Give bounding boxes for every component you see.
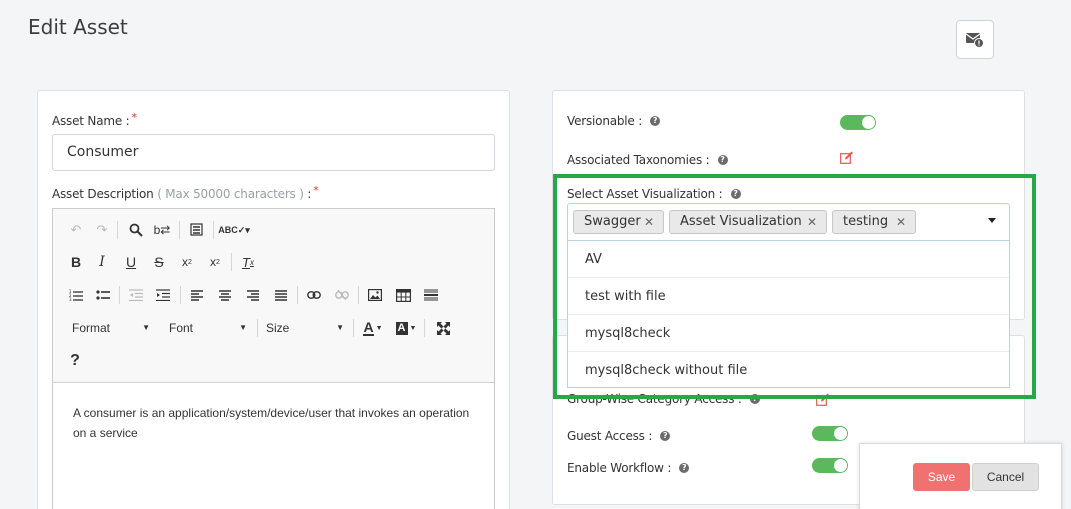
- toolbar-separator: [353, 319, 354, 337]
- svg-text:3: 3: [69, 297, 72, 301]
- format-combo[interactable]: Format ▼: [72, 317, 150, 339]
- font-combo[interactable]: Font ▼: [169, 317, 247, 339]
- guest-access-label: Guest Access :?: [567, 429, 671, 443]
- edit-icon[interactable]: [840, 151, 854, 164]
- link-icon[interactable]: [303, 284, 325, 306]
- italic-icon[interactable]: I: [91, 251, 113, 273]
- visualization-multiselect[interactable]: Swagger ✕ Asset Visualization ✕ testing ✕: [567, 203, 1010, 241]
- toolbar-separator: [358, 286, 359, 304]
- maximize-icon[interactable]: [432, 317, 454, 339]
- action-panel: Save Cancel: [859, 443, 1062, 509]
- help-icon[interactable]: ?: [679, 462, 690, 473]
- replace-icon[interactable]: b⇄: [151, 219, 173, 241]
- selected-tag: Asset Visualization ✕: [669, 210, 827, 234]
- bold-icon[interactable]: B: [65, 251, 87, 273]
- enable-workflow-toggle[interactable]: [812, 458, 848, 473]
- visualization-dropdown: AV test with file mysql8check mysql8chec…: [567, 241, 1010, 388]
- select-all-icon[interactable]: [186, 219, 208, 241]
- save-button[interactable]: Save: [913, 463, 970, 491]
- dropdown-caret-icon[interactable]: [988, 218, 996, 223]
- versionable-label: Versionable :?: [567, 114, 661, 128]
- toolbar-separator: [297, 286, 298, 304]
- remove-tag-icon[interactable]: ✕: [807, 211, 817, 233]
- guest-access-toggle[interactable]: [812, 426, 848, 441]
- associated-taxonomies-label: Associated Taxonomies :?: [567, 153, 728, 167]
- editor-toolbar: ↶ ↷ b⇄ ABC✓▾ B I U S x2 x2 Tx 123 Format…: [53, 209, 494, 383]
- mail-alert-icon: [965, 32, 984, 48]
- select-visualization-label: Select Asset Visualization :?: [567, 187, 741, 201]
- asset-description-label: Asset Description ( Max 50000 characters…: [52, 184, 319, 201]
- help-icon[interactable]: ?: [717, 154, 728, 165]
- unlink-icon[interactable]: [331, 284, 353, 306]
- strikethrough-icon[interactable]: S: [148, 251, 170, 273]
- subscript-icon[interactable]: x2: [176, 251, 198, 273]
- find-icon[interactable]: [125, 219, 147, 241]
- help-icon[interactable]: ?: [660, 430, 671, 441]
- notification-button[interactable]: [956, 20, 994, 59]
- enable-workflow-label: Enable Workflow :?: [567, 461, 690, 475]
- toolbar-separator: [179, 221, 180, 239]
- remove-tag-icon[interactable]: ✕: [644, 211, 654, 233]
- asset-name-label: Asset Name : *: [52, 111, 137, 128]
- size-combo[interactable]: Size ▼: [266, 317, 344, 339]
- table-icon[interactable]: [392, 284, 414, 306]
- remove-tag-icon[interactable]: ✕: [896, 211, 906, 233]
- align-right-icon[interactable]: [242, 284, 264, 306]
- spellcheck-icon[interactable]: ABC✓▾: [218, 219, 250, 241]
- indent-icon[interactable]: [152, 284, 174, 306]
- text-color-icon[interactable]: A ▼: [360, 317, 386, 339]
- toolbar-separator: [117, 221, 118, 239]
- horizontal-line-icon[interactable]: [420, 284, 442, 306]
- dropdown-option[interactable]: mysql8check: [568, 315, 1009, 352]
- toolbar-separator: [231, 253, 232, 271]
- selected-tag: testing ✕: [832, 210, 916, 234]
- numbered-list-icon[interactable]: 123: [65, 284, 87, 306]
- cancel-button[interactable]: Cancel: [972, 463, 1039, 491]
- toolbar-separator: [213, 221, 214, 239]
- toolbar-separator: [257, 319, 258, 337]
- dropdown-option[interactable]: test with file: [568, 278, 1009, 315]
- rich-text-editor[interactable]: ↶ ↷ b⇄ ABC✓▾ B I U S x2 x2 Tx 123 Format…: [52, 208, 495, 509]
- remove-format-icon[interactable]: Tx: [237, 251, 259, 273]
- help-icon[interactable]: ?: [650, 115, 661, 126]
- dropdown-option[interactable]: AV: [568, 241, 1009, 278]
- underline-icon[interactable]: U: [120, 251, 142, 273]
- versionable-toggle[interactable]: [840, 115, 876, 130]
- outdent-icon[interactable]: [125, 284, 147, 306]
- toolbar-separator: [119, 286, 120, 304]
- selected-tag: Swagger ✕: [573, 210, 664, 234]
- help-icon[interactable]: ?: [64, 350, 86, 372]
- align-left-icon[interactable]: [186, 284, 208, 306]
- superscript-icon[interactable]: x2: [204, 251, 226, 273]
- asset-name-input[interactable]: Consumer: [52, 134, 495, 171]
- page-title: Edit Asset: [28, 15, 128, 39]
- undo-icon[interactable]: ↶: [65, 219, 87, 241]
- help-icon[interactable]: ?: [730, 188, 741, 199]
- redo-icon[interactable]: ↷: [91, 219, 113, 241]
- toolbar-separator: [424, 319, 425, 337]
- editor-content[interactable]: A consumer is an application/system/devi…: [73, 403, 473, 443]
- image-icon[interactable]: [364, 284, 386, 306]
- align-center-icon[interactable]: [214, 284, 236, 306]
- justify-icon[interactable]: [270, 284, 292, 306]
- toolbar-separator: [180, 286, 181, 304]
- bulleted-list-icon[interactable]: [92, 284, 114, 306]
- background-color-icon[interactable]: A ▼: [393, 317, 419, 339]
- dropdown-option[interactable]: mysql8check without file: [568, 352, 1009, 389]
